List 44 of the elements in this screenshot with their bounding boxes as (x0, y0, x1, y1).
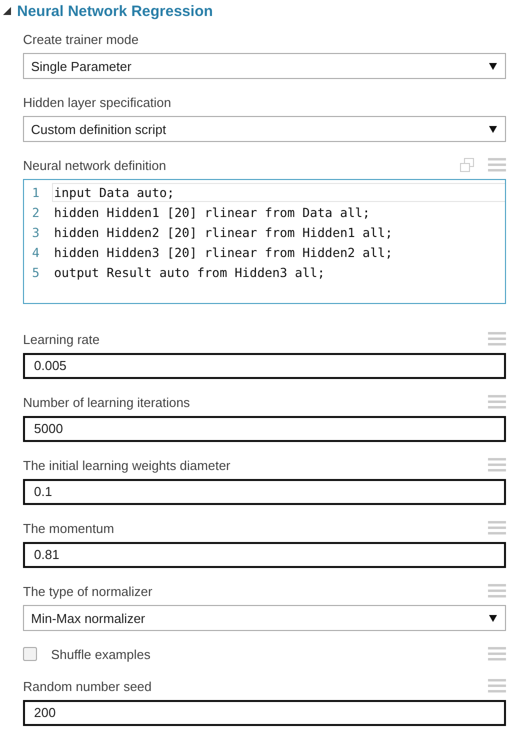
code-line: hidden Hidden3 [20] rlinear from Hidden2 all; (53, 244, 394, 262)
input-field[interactable]: 5000 (23, 416, 506, 442)
menu-icon[interactable] (488, 584, 506, 598)
field-label: The momentum (23, 520, 114, 536)
code-line: hidden Hidden1 [20] rlinear from Data all; (53, 204, 372, 222)
line-number: 4 (32, 244, 41, 260)
field-label: The type of normalizer (23, 584, 152, 598)
collapse-triangle-icon[interactable] (3, 7, 11, 15)
menu-icon[interactable] (488, 458, 506, 472)
caret-icon (489, 126, 497, 132)
field-label: Number of learning iterations (23, 394, 190, 410)
menu-icon[interactable] (488, 521, 506, 535)
menu-icon[interactable] (488, 647, 506, 661)
copy-icon[interactable] (460, 158, 474, 172)
line-number: 1 (32, 184, 41, 200)
line-number: 3 (32, 224, 41, 240)
field-label: Random number seed (23, 678, 152, 694)
input-field[interactable]: 0.005 (23, 353, 506, 379)
menu-icon[interactable] (488, 332, 506, 346)
field-label: Hidden layer specification (23, 94, 172, 110)
dropdown[interactable]: Min-Max normalizer (23, 605, 506, 631)
menu-icon[interactable] (488, 158, 506, 172)
code-editor[interactable]: 1 input Data auto; 2 hidden Hidden1 [20] rlinear from Data all; 3 hidden Hidden2 [20] rlinear from Hidden1 all; 4 hidden Hidden3 [20] rlinear from Hidden2 all; 5 output Result auto from Hidden3 all; (23, 179, 506, 304)
menu-icon[interactable] (488, 395, 506, 409)
checkbox-label: Shuffle examples (51, 646, 150, 662)
section-title: Neural Network Regression (17, 2, 213, 20)
field-label: Create trainer mode (23, 32, 139, 46)
line-number: 2 (32, 204, 41, 220)
menu-icon[interactable] (488, 679, 506, 693)
input-field[interactable]: 0.81 (23, 542, 506, 568)
field-label: The initial learning weights diameter (23, 458, 230, 472)
field-label: Learning rate (23, 332, 100, 346)
dropdown[interactable]: Single Parameter (23, 53, 506, 79)
code-line: output Result auto from Hidden3 all; (53, 264, 326, 282)
code-line: input Data auto; (52, 182, 505, 202)
input-field[interactable]: 200 (23, 700, 506, 726)
input-field[interactable]: 0.1 (23, 479, 506, 505)
code-line: hidden Hidden2 [20] rlinear from Hidden1 all; (53, 224, 394, 242)
field-label: Neural network definition (23, 158, 166, 172)
caret-icon (489, 614, 497, 622)
checkbox[interactable] (23, 647, 37, 661)
caret-icon (489, 62, 497, 70)
dropdown[interactable]: Custom definition script (23, 116, 506, 142)
line-number: 5 (32, 264, 41, 280)
